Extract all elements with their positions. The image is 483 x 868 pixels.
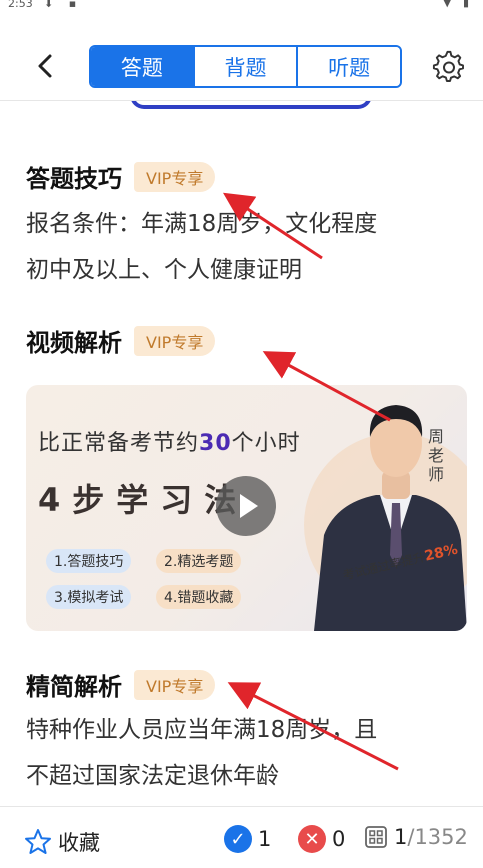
previous-card-edge: [130, 101, 372, 109]
method-pill: 2.精选考题: [156, 549, 242, 573]
vip-badge[interactable]: VIP专享: [134, 325, 216, 356]
check-icon: ✓: [224, 825, 252, 853]
page-total: /1352: [407, 825, 468, 849]
vip-badge[interactable]: VIP专享: [134, 161, 216, 192]
question-index-button[interactable]: 1/1352: [364, 825, 468, 849]
teacher-name: 周老师: [428, 427, 445, 484]
status-time: 2:53: [8, 0, 33, 10]
headline-number: 30: [199, 431, 232, 456]
correct-value: 1: [258, 827, 272, 851]
back-button[interactable]: [30, 50, 62, 82]
method-pill: 4.错题收藏: [156, 585, 242, 609]
method-pill: 1.答题技巧: [46, 549, 132, 573]
chevron-left-icon: [38, 54, 52, 78]
download-icon: ⬇ ▪: [44, 0, 83, 10]
vip-badge[interactable]: VIP专享: [134, 669, 216, 700]
correct-count: ✓ 1: [224, 825, 271, 853]
close-icon: ✕: [298, 825, 326, 853]
settings-button[interactable]: [432, 50, 466, 84]
favorite-label: 收藏: [58, 831, 100, 855]
section-title: 答题技巧: [26, 165, 122, 193]
section-text: 报名条件：年满18周岁，文化程度 初中及以上、个人健康证明: [26, 201, 466, 293]
section-answer-tips: 答题技巧 VIP专享: [26, 159, 216, 194]
play-button[interactable]: [216, 476, 276, 536]
top-nav: 答题 背题 听题: [0, 30, 483, 101]
section-video-analysis: 视频解析 VIP专享: [26, 323, 216, 358]
tab-memorize[interactable]: 背题: [192, 47, 297, 86]
section-title: 视频解析: [26, 329, 122, 357]
section-brief-analysis: 精简解析 VIP专享: [26, 667, 216, 702]
video-headline: 比正常备考节约30个小时: [38, 425, 301, 457]
status-bar: 2:53 ⬇ ▪ ▼ ▮: [0, 0, 483, 14]
teacher-photo: [304, 405, 467, 631]
wrong-value: 0: [332, 827, 346, 851]
favorite-button[interactable]: 收藏: [24, 827, 100, 857]
page-current: 1: [394, 825, 408, 849]
text-line: 不超过国家法定退休年龄: [26, 763, 279, 789]
text-line: 初中及以上、个人健康证明: [26, 257, 302, 283]
text-line: 特种作业人员应当年满18周岁，且: [26, 717, 378, 743]
method-pill: 3.模拟考试: [46, 585, 132, 609]
grid-icon: [365, 826, 387, 848]
gear-icon: [432, 50, 464, 82]
star-icon: [25, 829, 51, 854]
tab-listen[interactable]: 听题: [296, 47, 400, 86]
signal-battery-icon: ▼ ▮: [442, 0, 473, 9]
headline-text: 比正常备考节约: [38, 431, 200, 456]
section-text: 特种作业人员应当年满18周岁，且 不超过国家法定退休年龄: [26, 707, 466, 799]
section-title: 精简解析: [26, 673, 122, 701]
wrong-count: ✕ 0: [298, 825, 345, 853]
question-content: 答题技巧 VIP专享 报名条件：年满18周岁，文化程度 初中及以上、个人健康证明…: [0, 101, 483, 805]
tab-answer[interactable]: 答题: [91, 47, 193, 86]
video-player[interactable]: 比正常备考节约30个小时 4步学习法 1.答题技巧 2.精选考题 3.模拟考试 …: [26, 385, 467, 631]
bottom-toolbar: 收藏 ✓ 1 ✕ 0 1/1352: [0, 806, 483, 868]
mode-tabs: 答题 背题 听题: [89, 45, 402, 88]
text-line: 报名条件：年满18周岁，文化程度: [26, 211, 378, 237]
headline-text: 个小时: [231, 431, 301, 456]
